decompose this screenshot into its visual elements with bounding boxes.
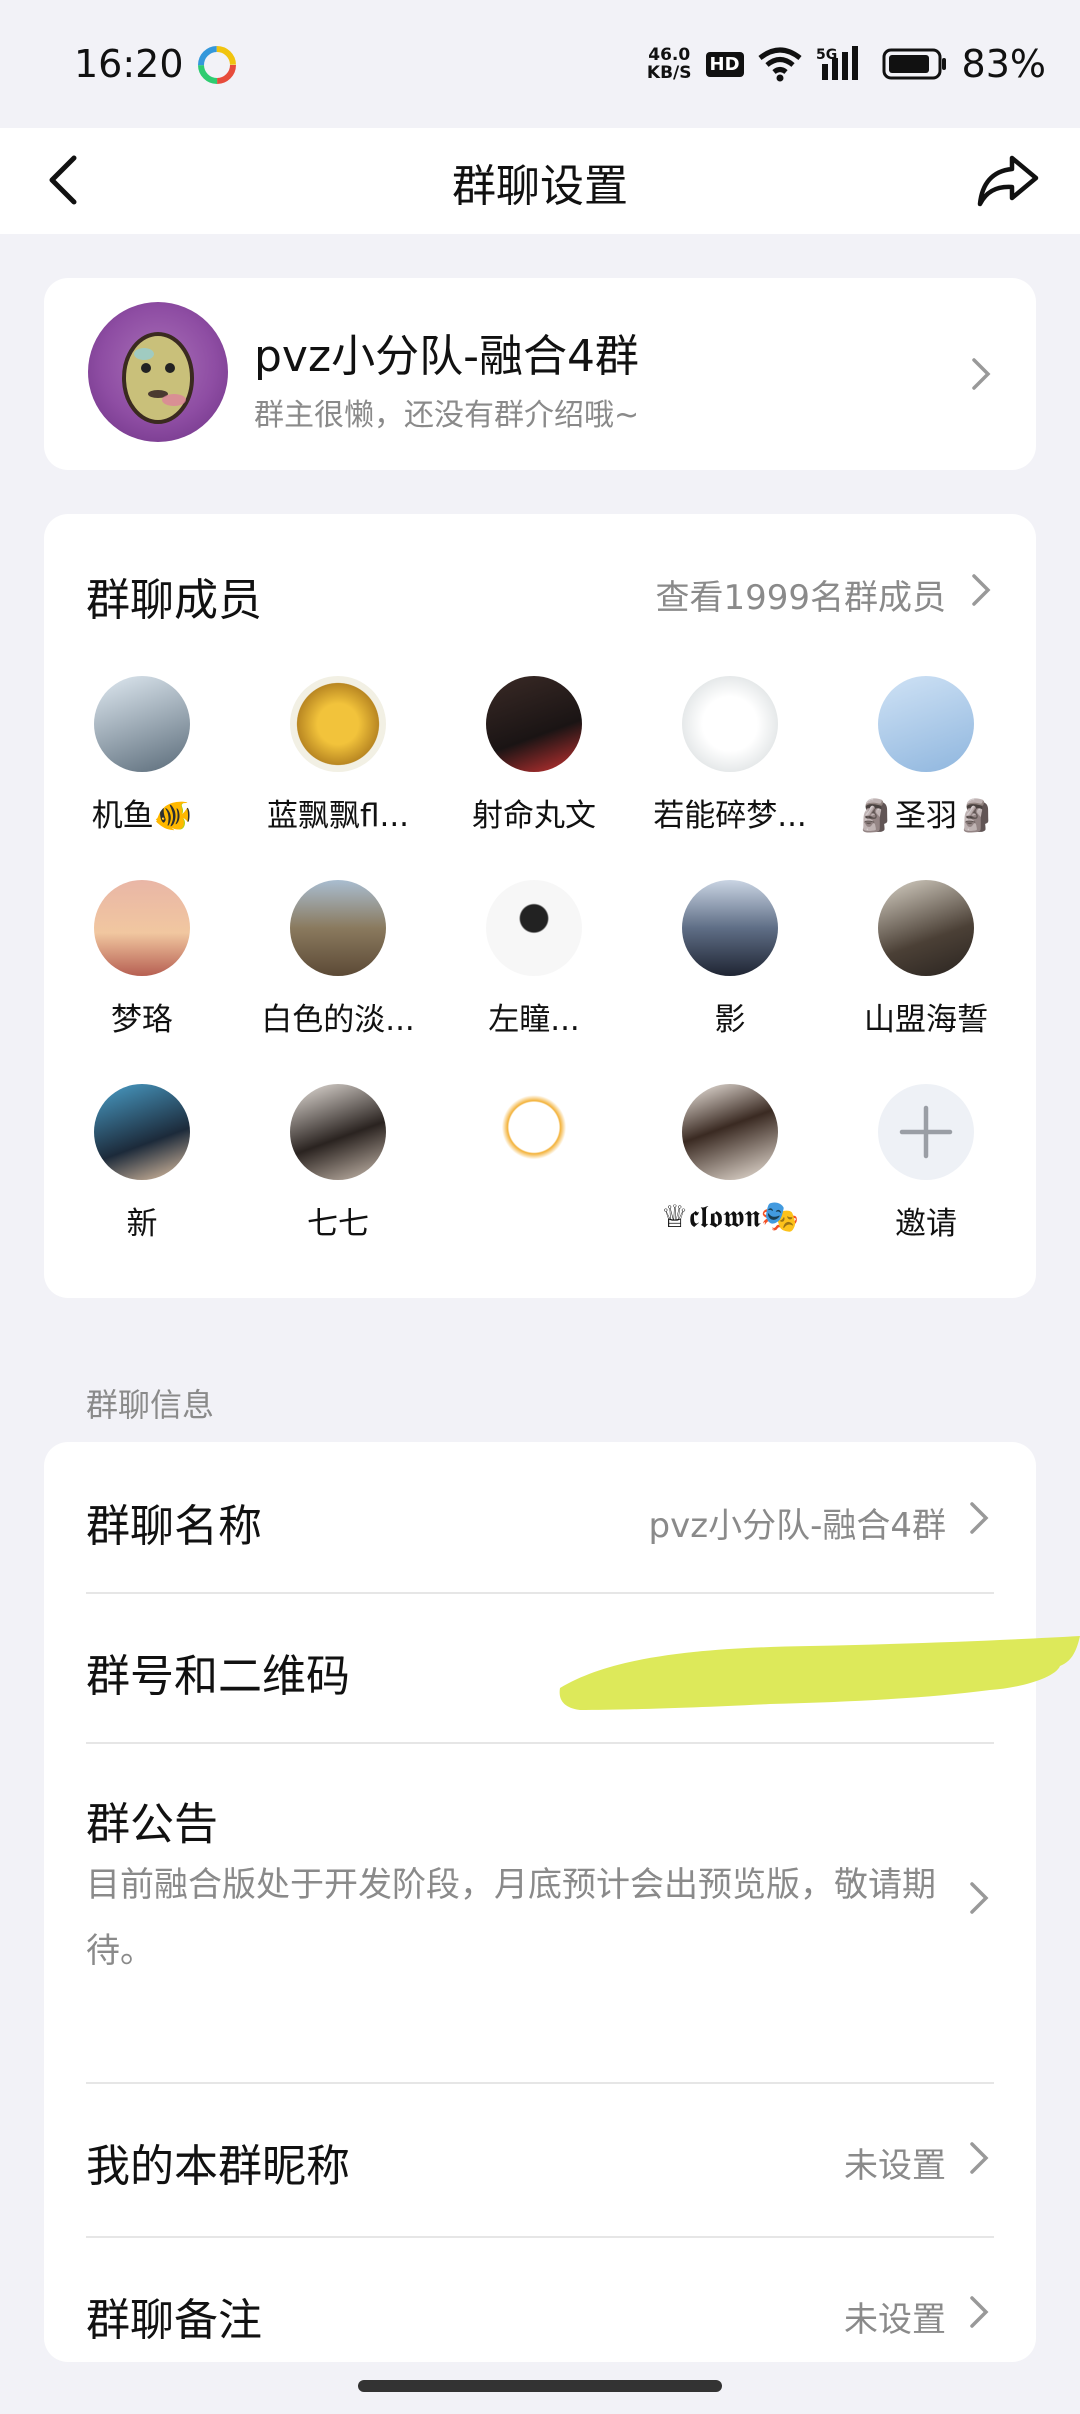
members-title: 群聊成员 — [86, 575, 262, 626]
chevron-right-icon — [972, 358, 991, 390]
member-item[interactable]: 梦珞 — [44, 880, 240, 1039]
group-remark-label: 群聊备注 — [86, 2295, 262, 2346]
invite-member-button[interactable]: 邀请 — [828, 1084, 1024, 1243]
chevron-right-icon[interactable] — [966, 570, 996, 610]
member-name: 射命丸文 — [472, 798, 596, 834]
chevron-right-icon — [970, 1882, 989, 1914]
member-avatar — [290, 676, 386, 772]
view-all-members-link[interactable]: 查看1999名群成员 — [655, 570, 946, 619]
status-indicators: 46.0 KB/S HD 5G 83% — [647, 36, 1046, 92]
member-item[interactable]: 七七 — [240, 1084, 436, 1243]
member-avatar — [486, 676, 582, 772]
member-name: 山盟海誓 — [864, 1002, 988, 1038]
section-label-group-info: 群聊信息 — [86, 1386, 215, 1424]
top-nav-bar: 群聊设置 — [0, 128, 1080, 234]
member-name: 七七 — [307, 1206, 369, 1242]
member-name: ♕𝖈𝖑𝖔𝖜𝖓🎭 — [660, 1199, 800, 1235]
member-avatar — [486, 880, 582, 976]
member-name: 机鱼🐠 — [91, 798, 193, 834]
group-notice-row[interactable]: 群公告 目前融合版处于开发阶段，月底预计会出预览版，敬请期待。 — [86, 1744, 994, 2080]
group-remark-value: 未设置 — [844, 2300, 946, 2340]
battery-percent: 83% — [961, 42, 1046, 86]
group-name-label: 群聊名称 — [86, 1501, 262, 1552]
member-item[interactable]: ♕𝖈𝖑𝖔𝖜𝖓🎭 — [632, 1084, 828, 1236]
member-avatar — [878, 676, 974, 772]
my-group-nickname-label: 我的本群昵称 — [86, 2141, 350, 2192]
group-notice-label: 群公告 — [86, 1799, 218, 1850]
battery-icon — [882, 48, 946, 80]
signal-5g-icon: 5G — [816, 46, 858, 80]
member-item[interactable]: 白色的淡... — [240, 880, 436, 1039]
invite-avatar — [878, 1084, 974, 1180]
group-info-card: 群聊名称 pvz小分队-融合4群 群号和二维码 群公告 目前融合版处于开发阶段，… — [44, 1442, 1080, 2362]
member-avatar — [682, 676, 778, 772]
member-item[interactable]: 机鱼🐠 — [44, 676, 240, 835]
status-bar: 16:20 46.0 KB/S HD 5G 83% — [0, 0, 1080, 128]
share-icon[interactable] — [976, 148, 1040, 212]
app-notification-icon — [198, 46, 236, 84]
network-speed: 46.0 KB/S — [647, 46, 692, 82]
member-item[interactable]: 左瞳... — [436, 880, 632, 1039]
member-name: 🗿圣羽🗿 — [856, 798, 996, 834]
member-avatar — [94, 1084, 190, 1180]
member-name: 蓝飘飘fl... — [266, 798, 410, 834]
group-remark-row[interactable]: 群聊备注 未设置 — [86, 2238, 994, 2362]
member-item[interactable]: 影 — [632, 880, 828, 1039]
hd-badge: HD — [705, 51, 744, 77]
member-item[interactable]: 山盟海誓 — [828, 880, 1024, 1039]
invite-label: 邀请 — [895, 1206, 957, 1242]
member-avatar — [290, 1084, 386, 1180]
network-speed-unit: KB/S — [646, 63, 692, 83]
plus-icon — [899, 1105, 953, 1159]
member-avatar — [878, 880, 974, 976]
network-speed-value: 46.0 — [648, 45, 691, 65]
member-avatar — [682, 880, 778, 976]
chevron-right-icon — [970, 1502, 989, 1534]
my-group-nickname-value: 未设置 — [844, 2146, 946, 2186]
member-avatar — [94, 880, 190, 976]
group-name-value: pvz小分队-融合4群 — [648, 1506, 946, 1546]
member-item[interactable]: 蓝飘飘fl... — [240, 676, 436, 835]
wifi-icon — [757, 47, 802, 82]
group-name: pvz小分队-融合4群 — [254, 331, 639, 382]
group-intro: 群主很懒，还没有群介绍哦~ — [254, 398, 640, 433]
member-item[interactable]: 射命丸文 — [436, 676, 632, 835]
member-item[interactable]: 新 — [44, 1084, 240, 1243]
member-name: 白色的淡... — [261, 1002, 415, 1038]
member-item[interactable] — [436, 1084, 632, 1198]
member-name: 左瞳... — [488, 1002, 580, 1038]
my-group-nickname-row[interactable]: 我的本群昵称 未设置 — [86, 2084, 994, 2234]
member-avatar — [290, 880, 386, 976]
group-members-card: 群聊成员 查看1999名群成员 机鱼🐠 蓝飘飘fl... 射命丸文 若能碎梦..… — [44, 514, 1036, 1298]
group-profile-card[interactable]: pvz小分队-融合4群 群主很懒，还没有群介绍哦~ — [44, 278, 1036, 470]
highlighter-redaction — [559, 1636, 1080, 1710]
group-notice-text: 目前融合版处于开发阶段，月底预计会出预览版，敬请期待。 — [86, 1865, 936, 1971]
home-indicator[interactable] — [358, 2380, 722, 2392]
page-title: 群聊设置 — [452, 161, 628, 212]
group-number-qr-label: 群号和二维码 — [86, 1651, 350, 1702]
group-name-row[interactable]: 群聊名称 pvz小分队-融合4群 — [86, 1442, 994, 1592]
status-time: 16:20 — [74, 42, 184, 86]
member-item[interactable]: 🗿圣羽🗿 — [828, 676, 1024, 835]
chevron-right-icon — [970, 2142, 989, 2174]
member-name: 影 — [714, 1002, 746, 1038]
chevron-right-icon — [970, 2296, 989, 2328]
member-name: 若能碎梦... — [653, 798, 807, 834]
member-avatar — [94, 676, 190, 772]
member-avatar — [486, 1084, 582, 1180]
group-avatar — [88, 302, 228, 442]
member-avatar — [682, 1084, 778, 1180]
member-item[interactable]: 若能碎梦... — [632, 676, 828, 835]
member-name: 梦珞 — [111, 1002, 173, 1038]
member-name: 新 — [126, 1206, 158, 1242]
